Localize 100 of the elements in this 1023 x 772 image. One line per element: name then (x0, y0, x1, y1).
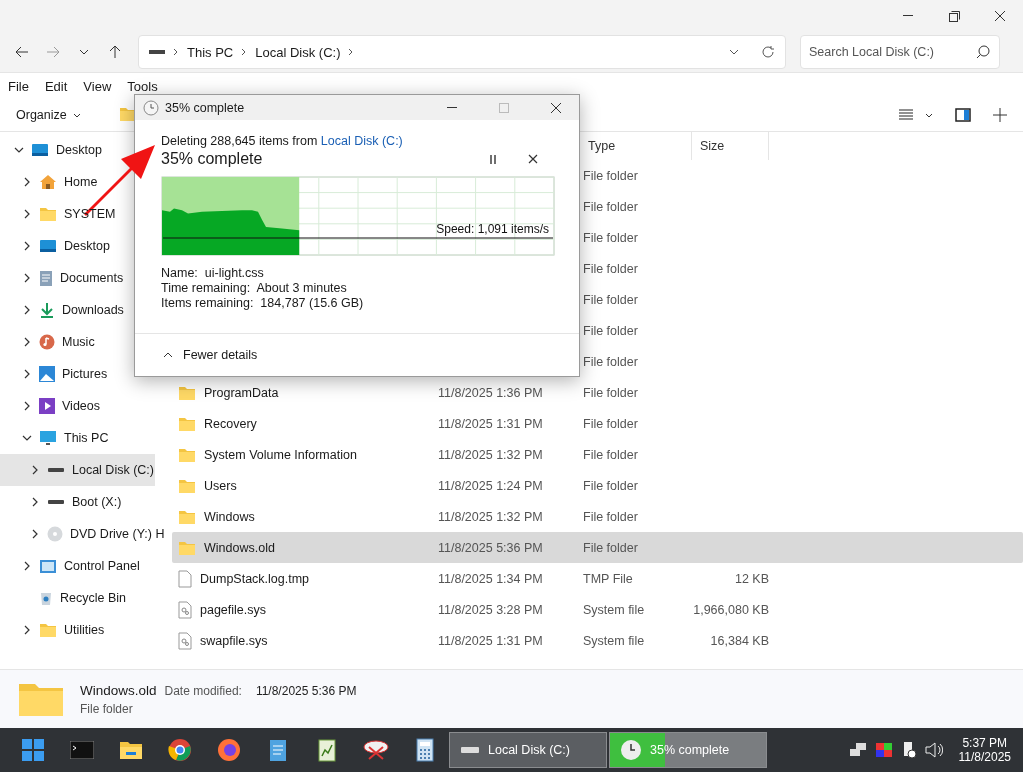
date-value: 11/8/2025 5:36 PM (255, 683, 357, 698)
chevron-down-icon[interactable] (14, 145, 24, 155)
terminal-icon[interactable] (69, 741, 94, 759)
file-row[interactable]: System Volume Information 11/8/2025 1:32 PM File folder (172, 439, 1023, 470)
sidebar-item[interactable]: Music (0, 326, 166, 358)
file-row[interactable]: Windows 11/8/2025 1:32 PM File folder (172, 501, 1023, 532)
chevron-down-icon[interactable] (22, 433, 32, 443)
color-display-icon[interactable] (874, 742, 893, 758)
music-icon (39, 334, 55, 350)
fewer-details-toggle[interactable]: Fewer details (163, 348, 258, 362)
chevron-right-icon[interactable] (22, 401, 32, 411)
folder-icon (39, 206, 57, 222)
network-icon[interactable] (848, 742, 867, 758)
browser-icon[interactable] (216, 738, 241, 762)
caret-icon[interactable] (925, 112, 933, 118)
up-button[interactable] (108, 45, 121, 59)
menu-item[interactable]: View (75, 79, 120, 94)
sidebar-item[interactable]: DVD Drive (Y:) H (0, 518, 166, 550)
cancel-button[interactable] (528, 154, 538, 164)
folder-icon (18, 681, 64, 717)
folder-icon[interactable] (118, 740, 143, 760)
start-icon[interactable] (21, 739, 44, 761)
chevron-right-icon[interactable] (22, 625, 32, 635)
scissors-icon[interactable] (362, 739, 389, 761)
file-row[interactable]: swapfile.sys 11/8/2025 1:31 PM System file 16,384 KB (172, 625, 1023, 656)
file-type: File folder (583, 478, 638, 493)
minimize-button[interactable] (447, 106, 457, 109)
column-header[interactable]: Size (692, 132, 769, 160)
organize-button[interactable]: Organize (8, 105, 89, 125)
volume-icon[interactable] (924, 742, 943, 758)
date-modified: 11/8/2025 1:34 PM (438, 571, 543, 586)
sidebar-item[interactable]: Boot (X:) (0, 486, 166, 518)
file-row[interactable]: DumpStack.log.tmp 11/8/2025 1:34 PM TMP File 12 KB (172, 563, 1023, 594)
chevron-right-icon[interactable] (30, 529, 40, 539)
refresh-icon[interactable] (761, 45, 775, 59)
sidebar-item[interactable]: Utilities (0, 614, 166, 646)
home-icon (39, 174, 57, 190)
sidebar-item[interactable]: This PC (0, 422, 166, 454)
back-button[interactable] (14, 46, 29, 58)
pause-button[interactable] (490, 154, 496, 164)
chevron-right-icon[interactable] (22, 305, 32, 315)
sidebar-item[interactable]: SYSTEM (0, 198, 166, 230)
chevron-right-icon (173, 48, 179, 56)
date-modified: 11/8/2025 3:28 PM (438, 602, 543, 617)
address-bar[interactable]: This PC Local Disk (C:) (138, 35, 786, 69)
file-row[interactable]: Users 11/8/2025 1:24 PM File folder (172, 470, 1023, 501)
chevron-right-icon[interactable] (22, 369, 32, 379)
sidebar-item[interactable]: Local Disk (C:) (0, 454, 155, 486)
sidebar-item[interactable]: Control Panel (0, 550, 166, 582)
preview-pane-icon[interactable] (955, 108, 971, 122)
plus-icon[interactable] (993, 108, 1007, 122)
file-name: Users (204, 478, 237, 493)
chevron-right-icon[interactable] (22, 209, 32, 219)
notepad-icon[interactable] (267, 738, 288, 762)
minimize-button[interactable] (903, 15, 913, 17)
editor-icon[interactable] (316, 738, 337, 762)
file-type: System file (583, 633, 645, 648)
video-icon (39, 398, 55, 414)
chevron-right-icon[interactable] (22, 337, 32, 347)
menu-item[interactable]: Tools (119, 79, 166, 94)
search-field[interactable]: Search Local Disk (C:) (800, 35, 1000, 69)
recent-locations-button[interactable] (78, 49, 89, 55)
taskbar-window-button[interactable]: Local Disk (C:) (449, 732, 607, 768)
chevron-right-icon[interactable] (22, 561, 32, 571)
chevron-right-icon[interactable] (22, 241, 32, 251)
folder-icon (178, 508, 196, 525)
browser-icon[interactable] (167, 738, 192, 762)
chevron-right-icon[interactable] (30, 497, 40, 507)
file-row[interactable]: Windows.old 11/8/2025 5:36 PM File folder (172, 532, 1023, 563)
forward-button[interactable] (45, 46, 60, 58)
sidebar-item[interactable]: Desktop (0, 230, 166, 262)
file-size: 16,384 KB (710, 633, 769, 648)
taskbar-window-button[interactable]: 35% complete (609, 732, 767, 768)
file-name: pagefile.sys (200, 602, 266, 617)
file-row[interactable]: pagefile.sys 11/8/2025 3:28 PM System file 1,966,080 KB (172, 594, 1023, 625)
restore-button[interactable] (948, 10, 960, 22)
date-modified: 11/8/2025 5:36 PM (438, 540, 543, 555)
sidebar-item[interactable]: Pictures (0, 358, 166, 390)
menu-item[interactable]: Edit (36, 79, 76, 94)
chevron-right-icon[interactable] (22, 177, 32, 187)
breadcrumb[interactable]: Local Disk (C:) (255, 44, 341, 60)
file-row[interactable]: Recovery 11/8/2025 1:31 PM File folder (172, 408, 1023, 439)
list-view-icon[interactable] (899, 109, 913, 121)
close-button[interactable] (550, 101, 562, 114)
chevron-right-icon[interactable] (22, 273, 32, 283)
date-modified: 11/8/2025 1:24 PM (438, 478, 543, 493)
breadcrumb[interactable]: This PC (187, 44, 234, 60)
sidebar-item[interactable]: Videos (0, 390, 166, 422)
file-row[interactable]: ProgramData 11/8/2025 1:36 PM File folder (172, 377, 1023, 408)
calculator-icon[interactable] (415, 738, 434, 762)
destination-link[interactable]: Local Disk (C:) (320, 134, 403, 148)
chevron-right-icon[interactable] (30, 465, 40, 475)
chevron-up-icon (163, 352, 173, 358)
folder-icon (178, 384, 196, 401)
dropdown-icon[interactable] (729, 49, 739, 55)
close-button[interactable] (994, 10, 1006, 22)
menu-item[interactable]: File (0, 79, 37, 94)
clock[interactable]: 5:37 PM 11/8/2025 (958, 736, 1011, 764)
date-modified: 11/8/2025 1:36 PM (438, 385, 543, 400)
sidebar-item[interactable]: Recycle Bin (0, 582, 166, 614)
